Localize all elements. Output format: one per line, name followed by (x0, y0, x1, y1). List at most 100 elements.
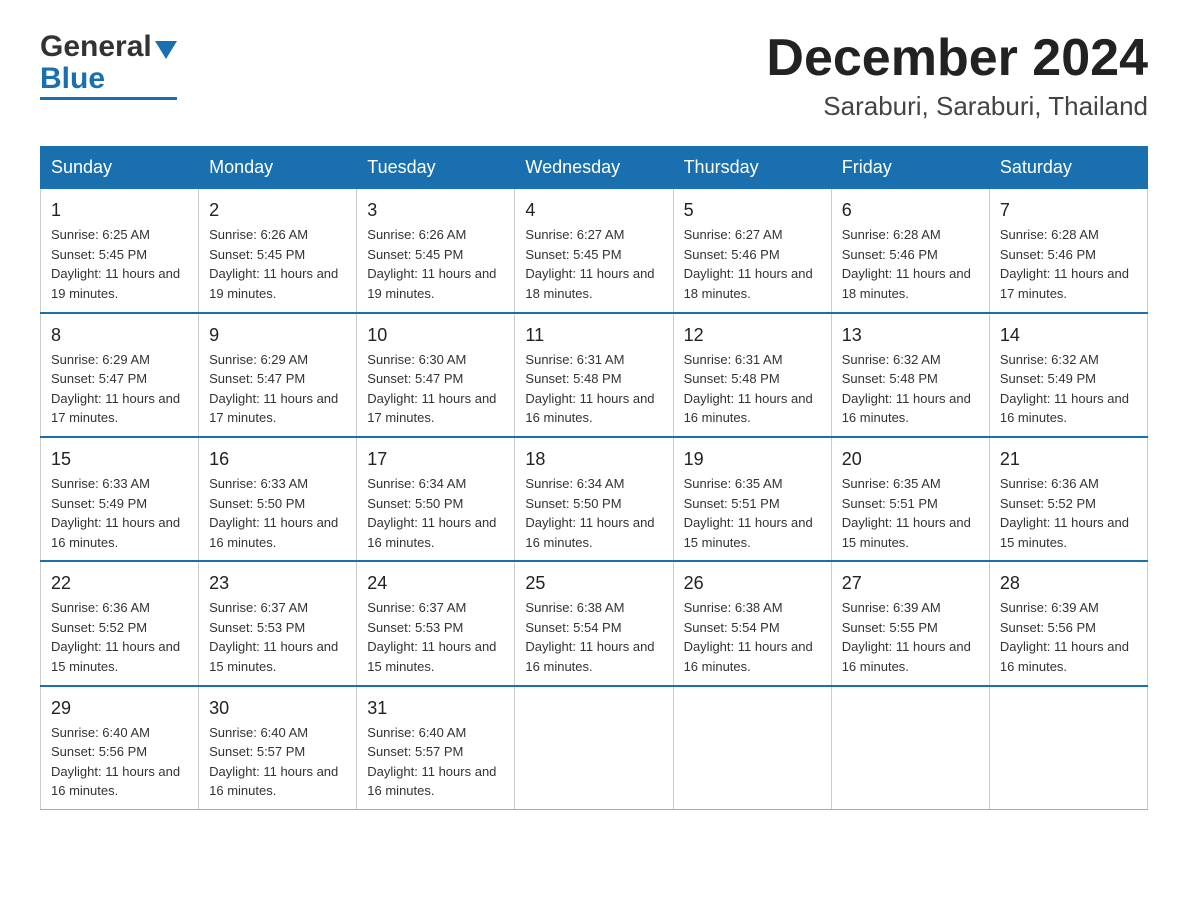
day-cell: 27 Sunrise: 6:39 AMSunset: 5:55 PMDaylig… (831, 561, 989, 685)
day-cell: 11 Sunrise: 6:31 AMSunset: 5:48 PMDaylig… (515, 313, 673, 437)
day-info: Sunrise: 6:37 AMSunset: 5:53 PMDaylight:… (367, 600, 496, 674)
day-number: 1 (51, 197, 188, 223)
day-info: Sunrise: 6:34 AMSunset: 5:50 PMDaylight:… (525, 476, 654, 550)
title-block: December 2024 Saraburi, Saraburi, Thaila… (766, 30, 1148, 122)
day-cell: 19 Sunrise: 6:35 AMSunset: 5:51 PMDaylig… (673, 437, 831, 561)
day-cell: 8 Sunrise: 6:29 AMSunset: 5:47 PMDayligh… (41, 313, 199, 437)
day-number: 30 (209, 695, 346, 721)
week-row-4: 22 Sunrise: 6:36 AMSunset: 5:52 PMDaylig… (41, 561, 1148, 685)
day-number: 29 (51, 695, 188, 721)
day-info: Sunrise: 6:38 AMSunset: 5:54 PMDaylight:… (684, 600, 813, 674)
day-cell: 29 Sunrise: 6:40 AMSunset: 5:56 PMDaylig… (41, 686, 199, 810)
week-row-1: 1 Sunrise: 6:25 AMSunset: 5:45 PMDayligh… (41, 189, 1148, 313)
day-number: 7 (1000, 197, 1137, 223)
calendar-table: SundayMondayTuesdayWednesdayThursdayFrid… (40, 146, 1148, 810)
day-info: Sunrise: 6:31 AMSunset: 5:48 PMDaylight:… (525, 352, 654, 426)
day-number: 18 (525, 446, 662, 472)
day-cell: 31 Sunrise: 6:40 AMSunset: 5:57 PMDaylig… (357, 686, 515, 810)
day-number: 22 (51, 570, 188, 596)
day-cell: 18 Sunrise: 6:34 AMSunset: 5:50 PMDaylig… (515, 437, 673, 561)
day-cell: 22 Sunrise: 6:36 AMSunset: 5:52 PMDaylig… (41, 561, 199, 685)
day-info: Sunrise: 6:39 AMSunset: 5:56 PMDaylight:… (1000, 600, 1129, 674)
calendar-subtitle: Saraburi, Saraburi, Thailand (766, 91, 1148, 122)
day-info: Sunrise: 6:28 AMSunset: 5:46 PMDaylight:… (1000, 227, 1129, 301)
day-number: 9 (209, 322, 346, 348)
day-cell: 6 Sunrise: 6:28 AMSunset: 5:46 PMDayligh… (831, 189, 989, 313)
day-number: 8 (51, 322, 188, 348)
day-cell: 3 Sunrise: 6:26 AMSunset: 5:45 PMDayligh… (357, 189, 515, 313)
day-cell: 14 Sunrise: 6:32 AMSunset: 5:49 PMDaylig… (989, 313, 1147, 437)
day-cell: 10 Sunrise: 6:30 AMSunset: 5:47 PMDaylig… (357, 313, 515, 437)
calendar-title: December 2024 (766, 30, 1148, 87)
day-cell (831, 686, 989, 810)
day-info: Sunrise: 6:25 AMSunset: 5:45 PMDaylight:… (51, 227, 180, 301)
day-number: 5 (684, 197, 821, 223)
day-cell: 9 Sunrise: 6:29 AMSunset: 5:47 PMDayligh… (199, 313, 357, 437)
day-cell: 7 Sunrise: 6:28 AMSunset: 5:46 PMDayligh… (989, 189, 1147, 313)
day-cell (515, 686, 673, 810)
day-cell: 15 Sunrise: 6:33 AMSunset: 5:49 PMDaylig… (41, 437, 199, 561)
day-info: Sunrise: 6:29 AMSunset: 5:47 PMDaylight:… (51, 352, 180, 426)
day-cell: 28 Sunrise: 6:39 AMSunset: 5:56 PMDaylig… (989, 561, 1147, 685)
day-info: Sunrise: 6:27 AMSunset: 5:46 PMDaylight:… (684, 227, 813, 301)
day-number: 27 (842, 570, 979, 596)
day-number: 21 (1000, 446, 1137, 472)
day-number: 23 (209, 570, 346, 596)
logo-blue-text: Blue (40, 62, 105, 96)
day-cell: 4 Sunrise: 6:27 AMSunset: 5:45 PMDayligh… (515, 189, 673, 313)
day-number: 28 (1000, 570, 1137, 596)
day-info: Sunrise: 6:31 AMSunset: 5:48 PMDaylight:… (684, 352, 813, 426)
day-cell: 1 Sunrise: 6:25 AMSunset: 5:45 PMDayligh… (41, 189, 199, 313)
day-info: Sunrise: 6:39 AMSunset: 5:55 PMDaylight:… (842, 600, 971, 674)
day-cell: 21 Sunrise: 6:36 AMSunset: 5:52 PMDaylig… (989, 437, 1147, 561)
day-info: Sunrise: 6:32 AMSunset: 5:48 PMDaylight:… (842, 352, 971, 426)
header-cell-wednesday: Wednesday (515, 147, 673, 189)
day-info: Sunrise: 6:37 AMSunset: 5:53 PMDaylight:… (209, 600, 338, 674)
day-cell: 13 Sunrise: 6:32 AMSunset: 5:48 PMDaylig… (831, 313, 989, 437)
day-info: Sunrise: 6:30 AMSunset: 5:47 PMDaylight:… (367, 352, 496, 426)
day-number: 31 (367, 695, 504, 721)
day-number: 10 (367, 322, 504, 348)
day-info: Sunrise: 6:26 AMSunset: 5:45 PMDaylight:… (209, 227, 338, 301)
day-number: 13 (842, 322, 979, 348)
day-info: Sunrise: 6:40 AMSunset: 5:57 PMDaylight:… (209, 725, 338, 799)
logo-triangle-icon (155, 41, 177, 59)
day-cell: 17 Sunrise: 6:34 AMSunset: 5:50 PMDaylig… (357, 437, 515, 561)
day-cell: 16 Sunrise: 6:33 AMSunset: 5:50 PMDaylig… (199, 437, 357, 561)
day-info: Sunrise: 6:32 AMSunset: 5:49 PMDaylight:… (1000, 352, 1129, 426)
day-info: Sunrise: 6:33 AMSunset: 5:50 PMDaylight:… (209, 476, 338, 550)
day-cell: 2 Sunrise: 6:26 AMSunset: 5:45 PMDayligh… (199, 189, 357, 313)
week-row-3: 15 Sunrise: 6:33 AMSunset: 5:49 PMDaylig… (41, 437, 1148, 561)
day-cell: 30 Sunrise: 6:40 AMSunset: 5:57 PMDaylig… (199, 686, 357, 810)
day-cell: 25 Sunrise: 6:38 AMSunset: 5:54 PMDaylig… (515, 561, 673, 685)
day-number: 15 (51, 446, 188, 472)
day-cell (673, 686, 831, 810)
day-info: Sunrise: 6:35 AMSunset: 5:51 PMDaylight:… (684, 476, 813, 550)
day-info: Sunrise: 6:40 AMSunset: 5:57 PMDaylight:… (367, 725, 496, 799)
day-info: Sunrise: 6:34 AMSunset: 5:50 PMDaylight:… (367, 476, 496, 550)
day-number: 20 (842, 446, 979, 472)
day-number: 24 (367, 570, 504, 596)
day-info: Sunrise: 6:38 AMSunset: 5:54 PMDaylight:… (525, 600, 654, 674)
logo-underline (40, 97, 177, 100)
day-number: 26 (684, 570, 821, 596)
day-info: Sunrise: 6:40 AMSunset: 5:56 PMDaylight:… (51, 725, 180, 799)
day-info: Sunrise: 6:33 AMSunset: 5:49 PMDaylight:… (51, 476, 180, 550)
day-info: Sunrise: 6:35 AMSunset: 5:51 PMDaylight:… (842, 476, 971, 550)
day-cell: 5 Sunrise: 6:27 AMSunset: 5:46 PMDayligh… (673, 189, 831, 313)
day-number: 25 (525, 570, 662, 596)
header-cell-sunday: Sunday (41, 147, 199, 189)
day-number: 12 (684, 322, 821, 348)
day-cell: 23 Sunrise: 6:37 AMSunset: 5:53 PMDaylig… (199, 561, 357, 685)
day-info: Sunrise: 6:27 AMSunset: 5:45 PMDaylight:… (525, 227, 654, 301)
day-number: 19 (684, 446, 821, 472)
day-number: 16 (209, 446, 346, 472)
week-row-2: 8 Sunrise: 6:29 AMSunset: 5:47 PMDayligh… (41, 313, 1148, 437)
header-cell-friday: Friday (831, 147, 989, 189)
header-row: SundayMondayTuesdayWednesdayThursdayFrid… (41, 147, 1148, 189)
day-cell: 24 Sunrise: 6:37 AMSunset: 5:53 PMDaylig… (357, 561, 515, 685)
day-number: 6 (842, 197, 979, 223)
day-info: Sunrise: 6:29 AMSunset: 5:47 PMDaylight:… (209, 352, 338, 426)
header-cell-tuesday: Tuesday (357, 147, 515, 189)
header-cell-thursday: Thursday (673, 147, 831, 189)
